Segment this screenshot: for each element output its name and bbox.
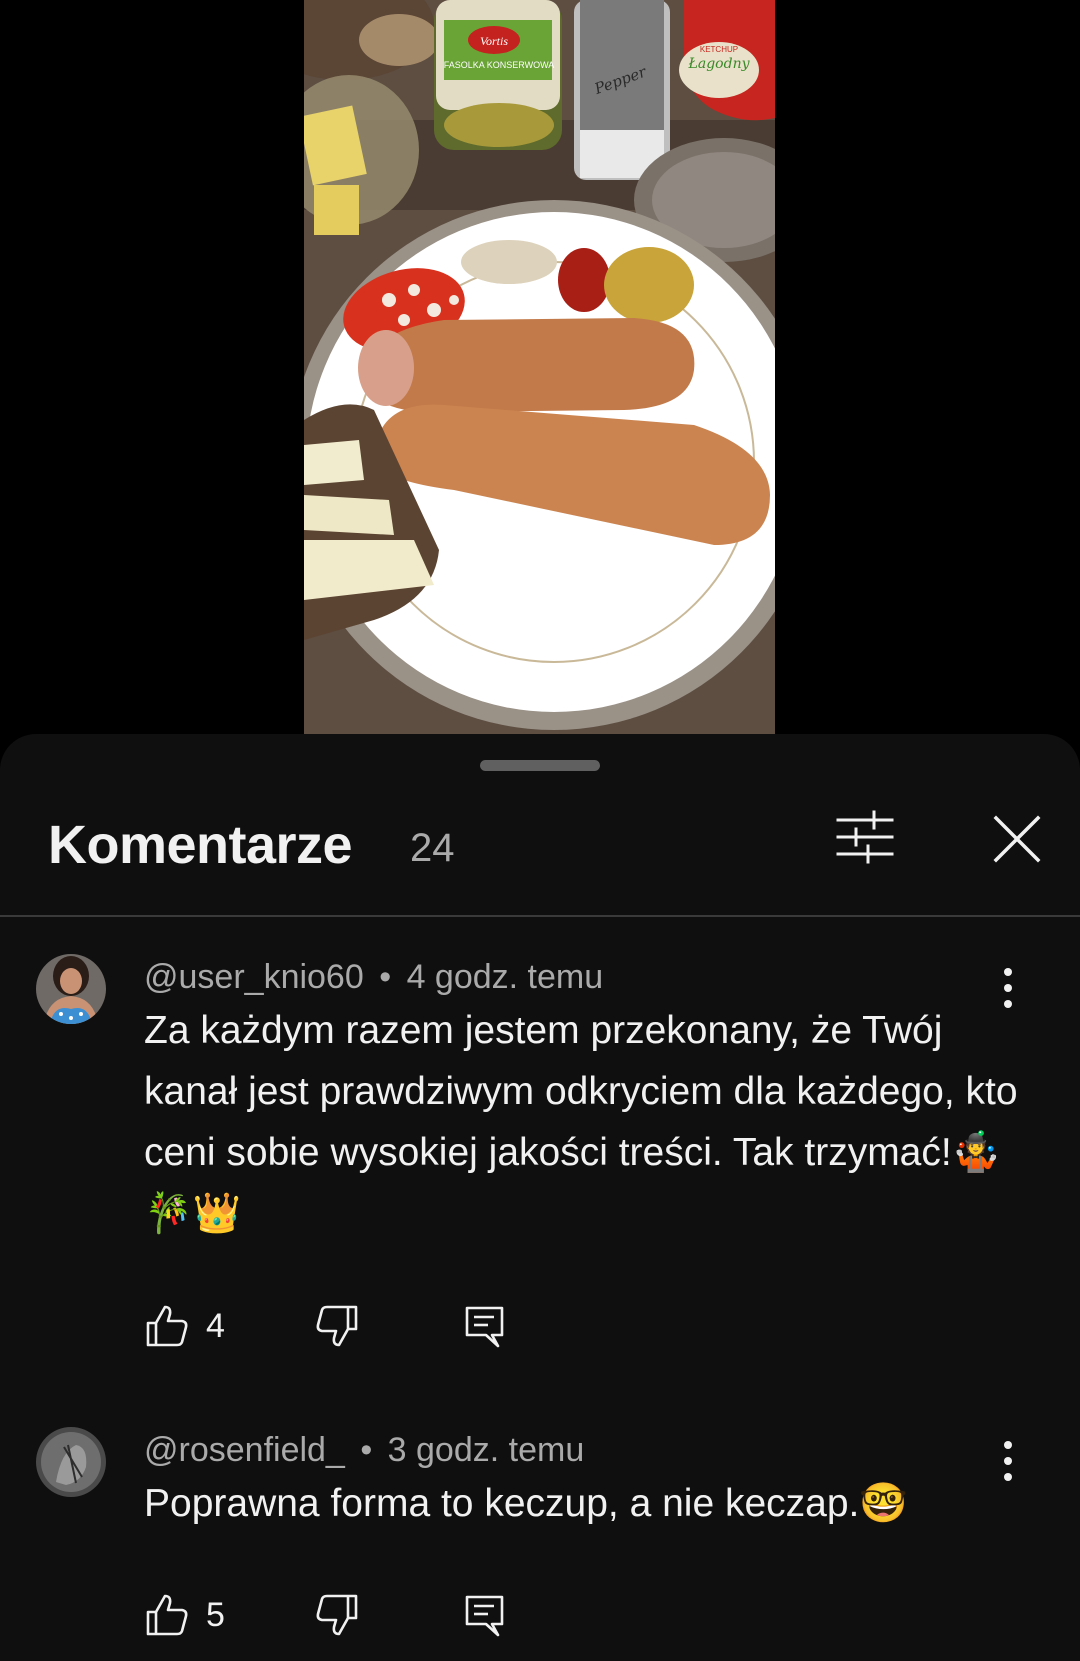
jar-brand-text: Vortis [480, 34, 508, 48]
like-count: 5 [206, 1595, 225, 1634]
comment-time: 3 godz. temu [387, 1431, 585, 1469]
avatar[interactable] [36, 1427, 106, 1497]
comments-header: Komentarze 24 [0, 804, 1080, 908]
ketchup-label-text: KETCHUP [700, 45, 738, 54]
meta-separator: • [360, 1431, 373, 1469]
ketchup-name-text: Łagodny [688, 56, 751, 72]
reply-icon [465, 1595, 504, 1637]
close-icon [993, 815, 1041, 863]
thumb-down-icon [316, 1305, 358, 1347]
comment-author[interactable]: @user_knio60 [144, 958, 364, 996]
user-avatar-image [36, 1427, 106, 1497]
header-divider [0, 915, 1080, 917]
sort-filter-button[interactable] [830, 804, 900, 874]
user-avatar-image [36, 954, 106, 1024]
close-button[interactable] [980, 804, 1050, 874]
video-player[interactable]: Vortis FASOLKA KONSERWOWA 440g Pepper KE… [0, 0, 1080, 740]
comments-sheet: Komentarze 24 @user_knio60 • 4 godz. tem… [0, 734, 1080, 1661]
video-frame[interactable]: Vortis FASOLKA KONSERWOWA 440g Pepper KE… [304, 0, 775, 735]
reply-button[interactable] [462, 1589, 508, 1641]
like-button[interactable]: 5 [144, 1589, 225, 1641]
thumb-up-icon [146, 1305, 188, 1347]
comment-meta: @user_knio60 • 4 godz. temu [144, 958, 603, 997]
comment-text: Poprawna forma to keczup, a nie keczap.🤓 [144, 1482, 908, 1525]
comment-text: Za każdym razem jestem przekonany, że Tw… [144, 1009, 1018, 1235]
comment-actions: 4 [144, 1300, 744, 1360]
dislike-button[interactable] [314, 1589, 360, 1641]
comment-author[interactable]: @rosenfield_ [144, 1431, 345, 1469]
like-count: 4 [206, 1306, 225, 1345]
reply-icon [465, 1306, 504, 1348]
comment-actions: 5 [144, 1589, 744, 1649]
dislike-button[interactable] [314, 1300, 360, 1352]
drag-handle[interactable] [480, 760, 600, 771]
jar-label-text: FASOLKA KONSERWOWA [444, 60, 555, 70]
comments-count: 24 [410, 826, 455, 870]
like-button[interactable]: 4 [144, 1300, 225, 1352]
reply-button[interactable] [462, 1300, 508, 1352]
meta-separator: • [379, 958, 392, 996]
comments-title: Komentarze [48, 815, 353, 875]
tune-icon [836, 810, 894, 864]
comment-meta: @rosenfield_ • 3 godz. temu [144, 1431, 584, 1470]
thumb-up-icon [146, 1594, 188, 1636]
video-still-food-plate: Vortis FASOLKA KONSERWOWA 440g Pepper KE… [304, 0, 775, 735]
thumb-down-icon [316, 1594, 358, 1636]
comment-time: 4 godz. temu [406, 958, 604, 996]
avatar[interactable] [36, 954, 106, 1024]
